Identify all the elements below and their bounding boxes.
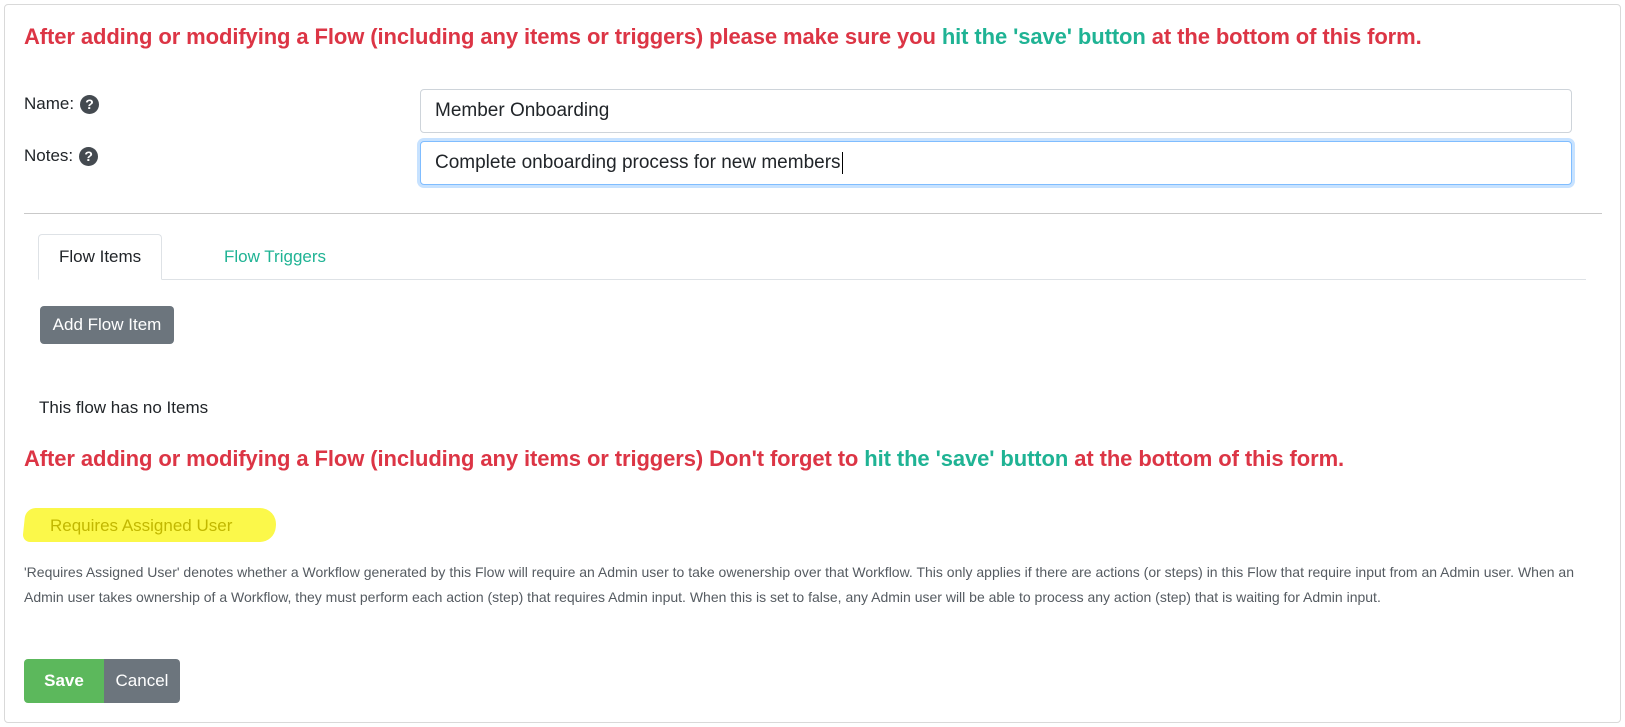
requires-assigned-user-description: 'Requires Assigned User' denotes whether… bbox=[24, 564, 1574, 605]
save-reminder-top: After adding or modifying a Flow (includ… bbox=[24, 24, 1422, 50]
requires-assigned-user-toggle[interactable]: Requires Assigned User bbox=[50, 516, 232, 536]
notes-help-icon[interactable]: ? bbox=[79, 146, 99, 166]
empty-items-message: This flow has no Items bbox=[39, 398, 209, 417]
tab-flow-triggers[interactable]: Flow Triggers bbox=[204, 234, 346, 279]
save-button[interactable]: Save bbox=[24, 659, 104, 703]
save-reminder-top-text: After adding or modifying a Flow (includ… bbox=[24, 24, 942, 49]
save-reminder-bottom-text: After adding or modifying a Flow (includ… bbox=[24, 446, 865, 471]
name-input-value: Member Onboarding bbox=[435, 100, 610, 121]
notes-label-group: Notes: ? bbox=[24, 146, 99, 166]
flow-tabs: Flow Items Flow Triggers bbox=[38, 234, 1586, 280]
section-divider bbox=[24, 213, 1602, 214]
name-label: Name: bbox=[24, 94, 75, 113]
add-flow-item-button[interactable]: Add Flow Item bbox=[40, 306, 174, 344]
save-reminder-top-tail: at the bottom of this form. bbox=[1145, 24, 1422, 49]
save-reminder-top-highlight: hit the 'save' button bbox=[941, 24, 1146, 49]
save-reminder-bottom: After adding or modifying a Flow (includ… bbox=[24, 446, 1344, 472]
name-input[interactable]: Member Onboarding bbox=[420, 89, 1572, 133]
name-help-icon[interactable]: ? bbox=[80, 94, 100, 114]
text-caret bbox=[841, 152, 843, 174]
cancel-button[interactable]: Cancel bbox=[104, 659, 180, 703]
save-reminder-bottom-tail: at the bottom of this form. bbox=[1068, 446, 1345, 471]
notes-input[interactable]: Complete onboarding process for new memb… bbox=[420, 141, 1572, 185]
tab-flow-items[interactable]: Flow Items bbox=[38, 234, 163, 280]
save-reminder-bottom-highlight: hit the 'save' button bbox=[864, 446, 1069, 471]
notes-label: Notes: bbox=[24, 146, 74, 165]
notes-input-value: Complete onboarding process for new memb… bbox=[435, 152, 841, 173]
name-label-group: Name: ? bbox=[24, 94, 100, 114]
